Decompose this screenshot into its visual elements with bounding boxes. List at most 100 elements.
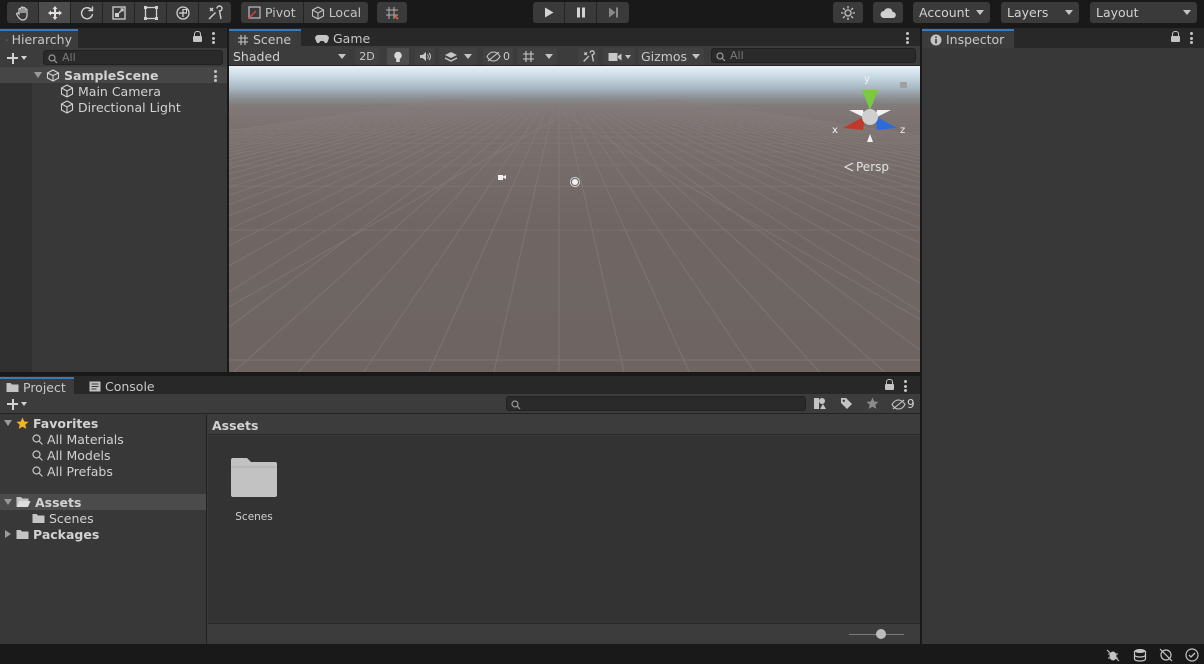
project-search-input[interactable] bbox=[506, 396, 806, 411]
gameobject-cube-icon bbox=[60, 84, 74, 98]
more-options-icon[interactable] bbox=[212, 32, 215, 44]
tab-hierarchy[interactable]: Hierarchy bbox=[0, 29, 78, 48]
grid-snap-button[interactable] bbox=[377, 2, 407, 23]
cloud-button[interactable] bbox=[873, 2, 903, 23]
custom-tool-button[interactable] bbox=[199, 2, 231, 23]
camera-icon bbox=[608, 52, 621, 61]
tools-toggle[interactable] bbox=[578, 48, 598, 65]
favorite-item-all-models[interactable]: All Models bbox=[32, 447, 111, 463]
search-placeholder: All bbox=[730, 49, 744, 62]
assets-folder-row[interactable]: Assets bbox=[4, 494, 81, 510]
console-tab-label: Console bbox=[105, 379, 155, 394]
effects-dropdown[interactable] bbox=[439, 48, 477, 65]
camera-dropdown[interactable] bbox=[603, 48, 635, 65]
scene-more-icon[interactable] bbox=[214, 70, 217, 82]
hidden-packages-toggle[interactable]: 9 bbox=[891, 397, 915, 411]
effects-layers-icon bbox=[444, 51, 458, 62]
scene-search-input[interactable]: All bbox=[711, 48, 916, 63]
scene-viewport[interactable]: y x z Persp bbox=[229, 66, 920, 372]
projection-toggle[interactable]: Persp bbox=[844, 160, 889, 174]
pause-button[interactable] bbox=[565, 2, 597, 23]
hierarchy-gutter bbox=[0, 69, 32, 372]
folder-scenes-row[interactable]: Scenes bbox=[32, 510, 94, 526]
hierarchy-list-icon bbox=[6, 38, 8, 41]
services-sun-icon bbox=[841, 5, 855, 20]
hierarchy-panel: Hierarchy All SampleScene Main Camera Di… bbox=[0, 28, 227, 372]
search-icon bbox=[32, 449, 43, 461]
hierarchy-search-input[interactable]: All bbox=[43, 50, 223, 65]
projection-label: Persp bbox=[856, 160, 889, 174]
2d-toggle[interactable]: 2D bbox=[355, 48, 379, 65]
hierarchy-item-label: Main Camera bbox=[78, 83, 161, 99]
more-options-icon[interactable] bbox=[906, 32, 909, 44]
lock-icon[interactable] bbox=[885, 379, 894, 390]
scale-icon bbox=[111, 5, 126, 20]
layers-dropdown[interactable]: Layers bbox=[1001, 2, 1079, 23]
lock-icon[interactable] bbox=[1171, 31, 1180, 42]
hand-tool-button[interactable] bbox=[7, 2, 39, 23]
grid-line bbox=[229, 99, 532, 293]
favorites-row[interactable]: Favorites bbox=[4, 415, 98, 431]
rotate-tool-button[interactable] bbox=[71, 2, 103, 23]
light-gizmo-icon[interactable] bbox=[569, 176, 581, 188]
create-asset-button[interactable] bbox=[5, 396, 27, 412]
lighting-toggle[interactable] bbox=[387, 48, 409, 65]
audio-toggle[interactable] bbox=[415, 48, 435, 65]
folder-icon bbox=[231, 458, 277, 497]
shading-mode-dropdown[interactable]: Shaded bbox=[229, 47, 350, 65]
favorite-item-all-prefabs[interactable]: All Prefabs bbox=[32, 463, 113, 479]
filter-by-type-button[interactable] bbox=[813, 397, 829, 411]
grid-dropdown[interactable] bbox=[517, 48, 557, 65]
rect-tool-button[interactable] bbox=[135, 2, 167, 23]
pause-icon bbox=[576, 7, 585, 18]
layers-label: Layers bbox=[1007, 5, 1049, 20]
hierarchy-item-main-camera[interactable]: Main Camera bbox=[60, 83, 161, 99]
transform-tool-button[interactable] bbox=[167, 2, 199, 23]
step-icon bbox=[608, 7, 618, 18]
auto-generate-lighting-icon[interactable] bbox=[1159, 648, 1173, 662]
asset-folder-scenes[interactable]: Scenes bbox=[228, 456, 280, 526]
lock-icon[interactable] bbox=[193, 31, 202, 42]
icon-size-slider-thumb[interactable] bbox=[876, 629, 886, 639]
filter-by-label-button[interactable] bbox=[840, 397, 856, 411]
local-toggle[interactable]: Local bbox=[303, 2, 369, 23]
chevron-down-icon bbox=[544, 54, 553, 59]
expand-triangle-icon bbox=[4, 420, 12, 426]
pivot-toggle[interactable]: Pivot bbox=[241, 2, 304, 23]
account-dropdown[interactable]: Account bbox=[913, 2, 990, 23]
gizmos-dropdown[interactable]: Gizmos bbox=[638, 48, 704, 65]
favorite-button[interactable] bbox=[866, 397, 882, 411]
chevron-down-icon bbox=[1183, 10, 1191, 15]
hierarchy-item-directional-light[interactable]: Directional Light bbox=[60, 99, 181, 115]
layout-dropdown[interactable]: Layout bbox=[1090, 2, 1197, 23]
cache-database-icon[interactable] bbox=[1133, 648, 1147, 662]
scale-tool-button[interactable] bbox=[103, 2, 135, 23]
play-button[interactable] bbox=[533, 2, 565, 23]
scene-row[interactable]: SampleScene bbox=[34, 67, 158, 83]
unity-scene-icon bbox=[46, 68, 60, 82]
services-button[interactable] bbox=[833, 2, 863, 23]
assets-breadcrumb-label[interactable]: Assets bbox=[212, 418, 258, 433]
camera-gizmo-icon[interactable] bbox=[496, 172, 508, 182]
scene-toolbar: Shaded 2D 0 Gizmos All bbox=[229, 46, 920, 66]
pivot-group: Pivot Local bbox=[241, 2, 369, 23]
debug-bug-icon[interactable] bbox=[1106, 648, 1120, 662]
packages-folder-row[interactable]: Packages bbox=[4, 526, 99, 542]
favorite-item-all-materials[interactable]: All Materials bbox=[32, 431, 124, 447]
orientation-gizmo[interactable]: y x z bbox=[829, 74, 913, 144]
scene-visibility-toggle[interactable]: 0 bbox=[483, 48, 513, 65]
more-options-icon[interactable] bbox=[1190, 32, 1193, 44]
move-tool-button[interactable] bbox=[39, 2, 71, 23]
pivot-icon bbox=[248, 6, 261, 19]
tab-inspector[interactable]: Inspector bbox=[922, 29, 1014, 48]
playmode-group bbox=[533, 2, 629, 23]
rect-transform-icon bbox=[143, 5, 158, 20]
packages-label: Packages bbox=[33, 526, 100, 542]
cloud-icon bbox=[880, 7, 896, 18]
check-circle-icon[interactable] bbox=[1185, 648, 1199, 662]
step-button[interactable] bbox=[597, 2, 629, 23]
more-options-icon[interactable] bbox=[904, 380, 907, 392]
create-button[interactable] bbox=[5, 50, 27, 66]
hidden-count: 0 bbox=[503, 50, 510, 63]
axis-y-label: y bbox=[864, 74, 870, 85]
